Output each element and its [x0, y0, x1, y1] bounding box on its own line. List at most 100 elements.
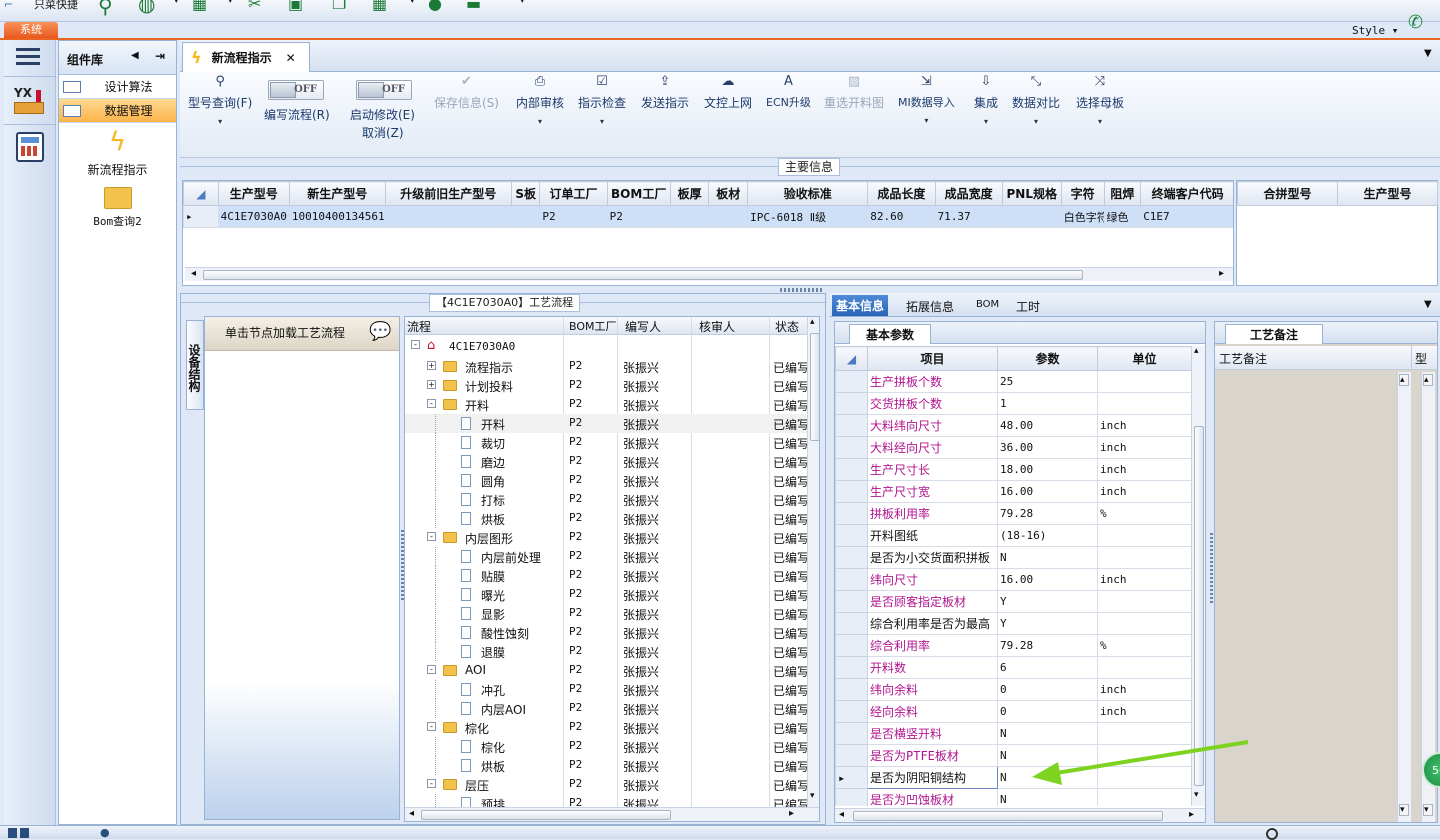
- arrow-right-icon[interactable]: ▸: [1219, 268, 1224, 279]
- mi-data-import-button[interactable]: ⇲ MI数据导入 ▾: [898, 74, 955, 125]
- param-value-cell[interactable]: 6: [997, 656, 1098, 679]
- collapse-icon[interactable]: -: [411, 340, 420, 349]
- hamburger-menu-icon[interactable]: [16, 48, 40, 66]
- collapse-icon[interactable]: -: [427, 399, 436, 408]
- param-value-cell[interactable]: 0: [997, 700, 1098, 723]
- column-header[interactable]: 单位: [1097, 346, 1191, 371]
- collapse-icon[interactable]: -: [427, 779, 436, 788]
- send-instruction-button[interactable]: ⇪ 发送指示: [641, 74, 689, 111]
- collapse-icon[interactable]: -: [427, 532, 436, 541]
- chevron-down-icon[interactable]: ▾: [410, 0, 415, 6]
- column-header[interactable]: 核审人: [699, 318, 735, 335]
- pin-icon[interactable]: ⇥: [155, 49, 165, 63]
- scroll-thumb[interactable]: [853, 811, 1163, 821]
- param-value-cell[interactable]: 48.00: [997, 414, 1098, 437]
- table-cell[interactable]: [510, 205, 541, 228]
- chevron-down-icon[interactable]: ▾: [228, 0, 233, 6]
- copy-icon[interactable]: ❐: [332, 0, 346, 13]
- param-row[interactable]: 综合利用率 79.28%: [835, 634, 1191, 657]
- table-cell[interactable]: [669, 205, 710, 228]
- column-header[interactable]: 成品宽度: [934, 181, 1003, 206]
- column-header[interactable]: 板厚: [669, 181, 710, 206]
- tab-work-hours[interactable]: 工时: [1016, 298, 1040, 315]
- arrow-left-icon[interactable]: ◂: [409, 808, 414, 819]
- cancel-label[interactable]: 取消(Z): [362, 124, 404, 141]
- start-edit-toggle[interactable]: OFF: [356, 80, 412, 100]
- column-header[interactable]: 参数: [997, 346, 1098, 371]
- param-row[interactable]: 大料纬向尺寸 48.00 inch: [835, 414, 1191, 437]
- column-header[interactable]: 验收标准: [747, 181, 869, 206]
- param-row[interactable]: 生产拼板个数 25: [835, 370, 1191, 393]
- tab-equipment-structure[interactable]: 设备结构: [186, 320, 204, 410]
- param-row[interactable]: 大料经向尺寸 36.00 inch: [835, 436, 1191, 459]
- chevron-left-icon[interactable]: ◀: [131, 50, 139, 61]
- table-cell[interactable]: 10010400134561: [288, 205, 386, 228]
- column-header[interactable]: 编写人: [625, 318, 661, 335]
- param-value-cell[interactable]: 0: [997, 678, 1098, 701]
- tab-extended-info[interactable]: 拓展信息: [906, 298, 954, 315]
- param-row[interactable]: 经向余料 0 inch: [835, 700, 1191, 723]
- tree-row[interactable]: 内层前处理 P2 张振兴 已编写: [405, 547, 809, 566]
- arrow-down-icon[interactable]: ▾: [1399, 804, 1409, 816]
- arrow-right-icon[interactable]: ▸: [789, 808, 794, 819]
- table-icon[interactable]: ▦: [192, 0, 207, 13]
- column-header[interactable]: 升级前旧生产型号: [384, 181, 512, 206]
- column-header[interactable]: 工艺备注: [1219, 350, 1267, 367]
- library-item-design-algorithm[interactable]: 设计算法: [59, 75, 176, 99]
- data-compare-button[interactable]: ⤡ 数据对比 ▾: [1012, 74, 1060, 126]
- chevron-down-icon[interactable]: ▾: [520, 0, 525, 6]
- chevron-down-icon[interactable]: ▼: [1424, 48, 1432, 59]
- column-header[interactable]: 订单工厂: [539, 181, 608, 206]
- table-cell[interactable]: [1001, 205, 1062, 228]
- tree-row[interactable]: 烘板 P2 张振兴 已编写: [405, 756, 809, 775]
- arrow-up-icon[interactable]: ▴: [1423, 374, 1433, 386]
- splitter-handle[interactable]: [1210, 533, 1213, 603]
- param-value-cell[interactable]: N: [997, 788, 1098, 806]
- tab-basic-info[interactable]: 基本信息: [832, 295, 889, 316]
- tree-hscrollbar[interactable]: ◂ ▸: [405, 807, 819, 821]
- column-header[interactable]: 合拼型号: [1237, 181, 1338, 206]
- column-header[interactable]: 项目: [867, 346, 998, 371]
- film-icon[interactable]: ▣: [288, 0, 303, 13]
- close-icon[interactable]: ✕: [286, 51, 296, 65]
- arrow-left-icon[interactable]: ◂: [191, 268, 196, 279]
- select-motherboard-button[interactable]: ⤨ 选择母板 ▾: [1076, 74, 1124, 126]
- param-row[interactable]: 开料数 6: [835, 656, 1191, 679]
- tree-row[interactable]: - 层压 P2 张振兴 已编写: [405, 775, 809, 794]
- bom-query-launcher[interactable]: Bom查询2: [59, 187, 176, 229]
- type-query-button[interactable]: ⚲ 型号查询(F) ▾: [188, 74, 252, 126]
- param-row[interactable]: 生产尺寸长 18.00 inch: [835, 458, 1191, 481]
- column-header[interactable]: 成品长度: [867, 181, 936, 206]
- column-header[interactable]: 字符: [1060, 181, 1105, 206]
- collapse-icon[interactable]: -: [427, 665, 436, 674]
- table-cell[interactable]: P2: [539, 205, 608, 228]
- save-info-button[interactable]: ✔ 保存信息(S): [434, 74, 499, 111]
- search-icon[interactable]: ⚲: [98, 0, 113, 18]
- table-cell[interactable]: 4C1E7030A0: [217, 205, 290, 228]
- param-row[interactable]: 纬向余料 0 inch: [835, 678, 1191, 701]
- tree-row[interactable]: + 计划投料 P2 张振兴 已编写: [405, 376, 809, 395]
- main-grid-hscrollbar[interactable]: ◂ ▸: [185, 267, 1233, 281]
- load-process-hint-bar[interactable]: 单击节点加载工艺流程 💬: [205, 317, 399, 351]
- scroll-thumb[interactable]: [421, 810, 671, 820]
- tree-row[interactable]: - 开料 P2 张振兴 已编写: [405, 395, 809, 414]
- param-value-cell[interactable]: 1: [997, 392, 1098, 415]
- tree-row[interactable]: 曝光 P2 张振兴 已编写: [405, 585, 809, 604]
- tree-row[interactable]: 显影 P2 张振兴 已编写: [405, 604, 809, 623]
- column-header[interactable]: 生产型号: [217, 181, 290, 206]
- new-process-launcher[interactable]: ϟ 新流程指示: [59, 127, 176, 178]
- param-row[interactable]: 生产尺寸宽 16.00 inch: [835, 480, 1191, 503]
- table-cell[interactable]: [384, 205, 512, 228]
- ecn-upgrade-button[interactable]: A ECN升级: [766, 74, 811, 110]
- splitter-handle[interactable]: [780, 288, 824, 292]
- param-row[interactable]: 拼板利用率 79.28%: [835, 502, 1191, 525]
- param-value-cell[interactable]: 16.00: [997, 480, 1098, 503]
- tree-row[interactable]: 棕化 P2 张振兴 已编写: [405, 737, 809, 756]
- tree-row[interactable]: 退膜 P2 张振兴 已编写: [405, 642, 809, 661]
- tree-row[interactable]: 酸性蚀刻 P2 张振兴 已编写: [405, 623, 809, 642]
- internal-review-button[interactable]: ⎙ 内部审核 ▾: [516, 74, 564, 126]
- column-header[interactable]: 板材: [708, 181, 749, 206]
- arrow-up-icon[interactable]: ▴: [810, 317, 815, 327]
- arrow-left-icon[interactable]: ◂: [839, 809, 844, 820]
- param-value-cell[interactable]: 16.00: [997, 568, 1098, 591]
